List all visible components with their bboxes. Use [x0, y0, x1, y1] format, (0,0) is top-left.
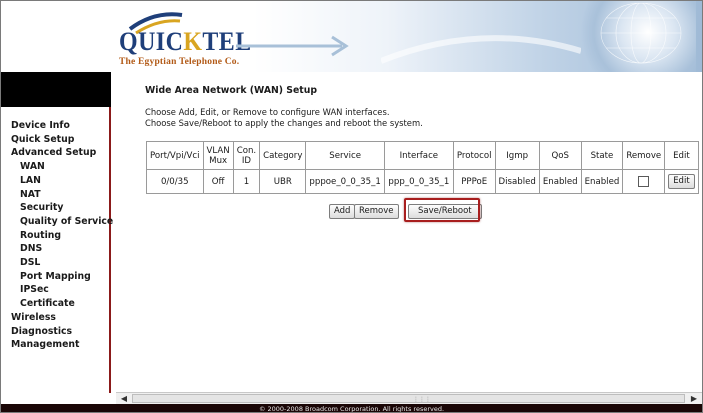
instructions-line-2: Choose Save/Reboot to apply the changes …: [145, 118, 423, 128]
col-con-id: Con. ID: [232, 141, 261, 170]
col-state: State: [580, 141, 624, 170]
cell-qos: Enabled: [538, 169, 582, 194]
cell-state: Enabled: [580, 169, 624, 194]
cell-con-id: 1: [232, 169, 261, 194]
footer-copyright: © 2000-2008 Broadcom Corporation. All ri…: [1, 404, 702, 412]
edit-button[interactable]: Edit: [668, 174, 695, 189]
col-service: Service: [305, 141, 385, 170]
sidebar-item-routing[interactable]: Routing: [1, 229, 109, 243]
cell-interface: ppp_0_0_35_1: [383, 169, 454, 194]
sidebar-item-nat[interactable]: NAT: [1, 188, 109, 202]
sidebar-item-wireless[interactable]: Wireless: [1, 311, 109, 325]
scroll-right-icon[interactable]: ▶: [688, 394, 700, 404]
header-banner: QUICKTEL The Egyptian Telephone Co.: [1, 1, 702, 72]
table-header-row: Port/Vpi/Vci VLAN Mux Con. ID Category Ser…: [146, 141, 699, 170]
col-interface: Interface: [383, 141, 454, 170]
col-port-vpi-vci: Port/Vpi/Vci: [146, 141, 204, 170]
scrollbar-grip-icon: ⋮⋮⋮: [413, 396, 431, 403]
cell-category: UBR: [259, 169, 307, 194]
sidebar-item-diagnostics[interactable]: Diagnostics: [1, 325, 109, 339]
page-title: Wide Area Network (WAN) Setup: [145, 85, 318, 96]
cell-service: pppoe_0_0_35_1: [305, 169, 385, 194]
table-row: 0/0/35 Off 1 UBR pppoe_0_0_35_1 ppp_0_0_…: [146, 169, 699, 194]
sidebar-nav: Device Info Quick Setup Advanced Setup WAN L…: [1, 107, 113, 393]
sidebar-item-certificate[interactable]: Certificate: [1, 297, 109, 311]
cell-vlan-mux: Off: [202, 169, 234, 194]
sidebar-item-dsl[interactable]: DSL: [1, 256, 109, 270]
remove-button[interactable]: Remove: [354, 204, 399, 219]
scroll-left-icon[interactable]: ◀: [118, 394, 130, 404]
swoosh-graphic: [381, 35, 581, 64]
col-protocol: Protocol: [452, 141, 496, 170]
cell-port: 0/0/35: [146, 169, 204, 194]
col-category: Category: [259, 141, 307, 170]
globe-grid-graphic: [600, 3, 682, 64]
brand-logo: QUICKTEL: [119, 27, 252, 56]
cell-igmp: Disabled: [494, 169, 540, 194]
add-button[interactable]: Add: [329, 204, 356, 219]
sidebar-item-ipsec[interactable]: IPSec: [1, 283, 109, 297]
main-content: Wide Area Network (WAN) Setup Choose Add…: [113, 74, 702, 392]
sidebar-item-security[interactable]: Security: [1, 201, 109, 215]
sidebar-item-port-mapping[interactable]: Port Mapping: [1, 270, 109, 284]
save-reboot-highlight: [404, 198, 480, 222]
col-edit: Edit: [664, 141, 699, 170]
sidebar-item-device-info[interactable]: Device Info: [1, 119, 109, 133]
instructions-line-1: Choose Add, Edit, or Remove to configure…: [145, 107, 390, 117]
remove-checkbox[interactable]: [638, 176, 650, 187]
brand-tagline: The Egyptian Telephone Co.: [119, 57, 240, 67]
header-dark-band: [1, 72, 111, 107]
scrollbar-thumb[interactable]: ⋮⋮⋮: [132, 394, 685, 403]
sidebar-item-lan[interactable]: LAN: [1, 174, 109, 188]
sidebar-item-management[interactable]: Management: [1, 338, 109, 352]
wan-interfaces-table: Port/Vpi/Vci VLAN Mux Con. ID Category Ser…: [146, 141, 699, 194]
sidebar-item-quality-of-service[interactable]: Quality of Service: [1, 215, 113, 229]
col-igmp: Igmp: [494, 141, 540, 170]
arrow-right-icon: [236, 35, 349, 57]
sidebar-item-advanced-setup[interactable]: Advanced Setup: [1, 146, 109, 160]
cell-protocol: PPPoE: [452, 169, 496, 194]
sidebar-item-dns[interactable]: DNS: [1, 242, 109, 256]
col-remove: Remove: [622, 141, 666, 170]
cell-edit: Edit: [664, 169, 699, 194]
col-vlan-mux: VLAN Mux: [202, 141, 234, 170]
sidebar-item-wan[interactable]: WAN: [1, 160, 109, 174]
browser-frame: QUICKTEL The Egyptian Telephone Co. Devi…: [0, 0, 703, 413]
sidebar-item-quick-setup[interactable]: Quick Setup: [1, 133, 109, 147]
col-qos: QoS: [538, 141, 582, 170]
cell-remove: [622, 169, 666, 194]
nav-list: Device Info Quick Setup Advanced Setup WAN L…: [1, 107, 113, 352]
